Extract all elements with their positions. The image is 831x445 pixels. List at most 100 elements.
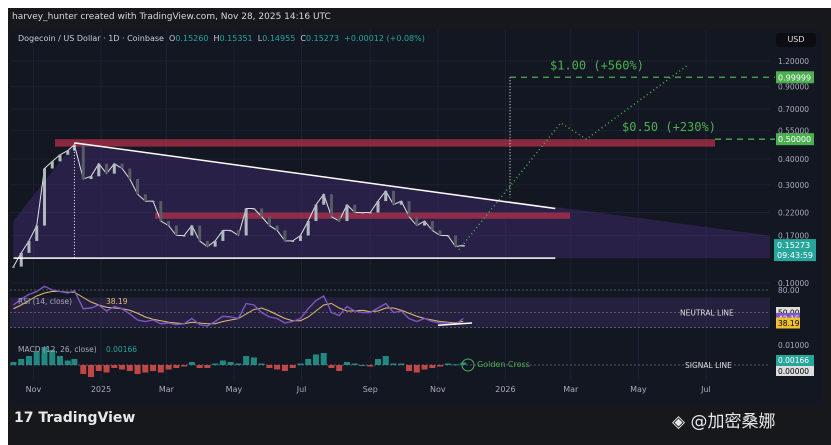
macd-bar (429, 365, 436, 368)
candle (353, 204, 357, 213)
candle (392, 190, 396, 205)
macd-bar (250, 357, 257, 365)
macd-bar (10, 362, 17, 365)
candle (430, 221, 434, 231)
candle (97, 163, 101, 177)
watermark-text: @加密桑娜 (690, 412, 776, 432)
macd-bar (71, 359, 78, 365)
candle (190, 225, 194, 236)
x-tick-label: Nov (430, 385, 446, 394)
macd-bar (188, 362, 195, 365)
watermark: ◈ @加密桑娜 (672, 407, 775, 432)
macd-bar (359, 365, 366, 366)
x-tick-label: 2026 (495, 385, 515, 394)
binance-icon: ◈ (672, 412, 691, 432)
macd-bar (274, 365, 281, 370)
candle (128, 168, 132, 180)
candle (143, 194, 147, 202)
symbol-title: Dogecoin / US Dollar · 1D · Coinbase (18, 34, 164, 43)
macd-bar (328, 365, 335, 368)
macd-bar (382, 356, 389, 365)
macd-bar (281, 365, 288, 371)
countdown-text: 09:43:59 (777, 251, 813, 260)
rsi-ma-value: 38.19 (106, 297, 128, 306)
y-tick-label: 0.55000 (778, 127, 809, 136)
chart-area[interactable]: $1.00 (+560%) 0.99999 $0.50 (+230%) 0.50000… (10, 30, 822, 406)
macd-bar (351, 363, 358, 365)
x-tick-label: 2025 (91, 385, 111, 394)
low-value: 0.14955 (262, 34, 296, 43)
candle (236, 230, 240, 236)
macd-bar (289, 365, 296, 368)
macd-bar (421, 365, 428, 370)
macd-bar (227, 362, 234, 365)
candle (42, 168, 46, 226)
candle (89, 176, 93, 180)
candle (174, 225, 178, 236)
candle (423, 221, 427, 226)
candle (454, 235, 458, 247)
candle (159, 201, 163, 222)
x-tick-label: Jul (296, 385, 307, 394)
resistance-zone (55, 139, 715, 147)
y-tick-label: 0.22000 (778, 208, 809, 217)
macd-bar (204, 365, 211, 368)
candle (329, 194, 333, 217)
candle (19, 252, 23, 267)
candle (205, 240, 209, 247)
macd-bar (134, 365, 141, 374)
y-tick-label: 1.20000 (778, 57, 809, 66)
currency-button[interactable]: USD (776, 33, 816, 47)
change-value: +0.00012 (+0.08%) (344, 34, 425, 43)
macd-bar (437, 365, 444, 367)
candle (415, 216, 419, 226)
macd-bar (444, 363, 451, 365)
candle (368, 212, 372, 214)
x-tick-label: Sep (363, 385, 378, 394)
target-level-label: $1.00 (+560%) (550, 58, 644, 72)
candle (260, 208, 264, 217)
macd-bar (297, 363, 304, 365)
macd-bar (111, 365, 118, 368)
candle (360, 212, 364, 214)
macd-bar (375, 359, 381, 365)
candle (136, 179, 140, 195)
candle (105, 163, 109, 174)
chart-svg[interactable]: $1.00 (+560%) 0.99999 $0.50 (+230%) 0.50000… (10, 30, 822, 406)
candle (438, 230, 442, 236)
zero-tag-text: 0.00000 (778, 367, 809, 376)
macd-bar (212, 363, 219, 365)
macd-bar (336, 365, 343, 371)
macd-bar (460, 362, 467, 365)
tv-icon: 𝟭𝟳 (14, 410, 39, 426)
y-tick-label: 0.40000 (778, 155, 809, 164)
macd-bar (64, 360, 71, 365)
macd-bar (320, 353, 327, 365)
candle (35, 225, 39, 241)
candle (151, 201, 155, 203)
rsi-title: RSI (14, close) (18, 297, 72, 306)
candle (81, 144, 85, 180)
x-tick-label: May (630, 385, 647, 394)
candle (306, 221, 310, 236)
target-level-label: $0.50 (+230%) (622, 120, 716, 134)
candle (291, 240, 295, 242)
macd-bar (80, 365, 87, 374)
macd-bar (390, 363, 397, 365)
close-value: 0.15273 (305, 34, 340, 43)
macd-bar (398, 363, 405, 365)
candle (244, 208, 248, 236)
candle (283, 230, 287, 241)
candle (112, 163, 116, 174)
macd-bar (157, 365, 164, 373)
candle (120, 163, 124, 169)
macd-bar (25, 356, 32, 365)
candle (298, 235, 302, 241)
macd-bar (126, 365, 133, 371)
candle (252, 208, 256, 210)
neutral-line-label: NEUTRAL LINE (680, 309, 734, 318)
candle (345, 204, 349, 222)
symbol-legend: Dogecoin / US Dollar · 1D · Coinbase O0.… (18, 34, 425, 43)
candle (50, 161, 54, 169)
macd-bar (57, 356, 64, 365)
